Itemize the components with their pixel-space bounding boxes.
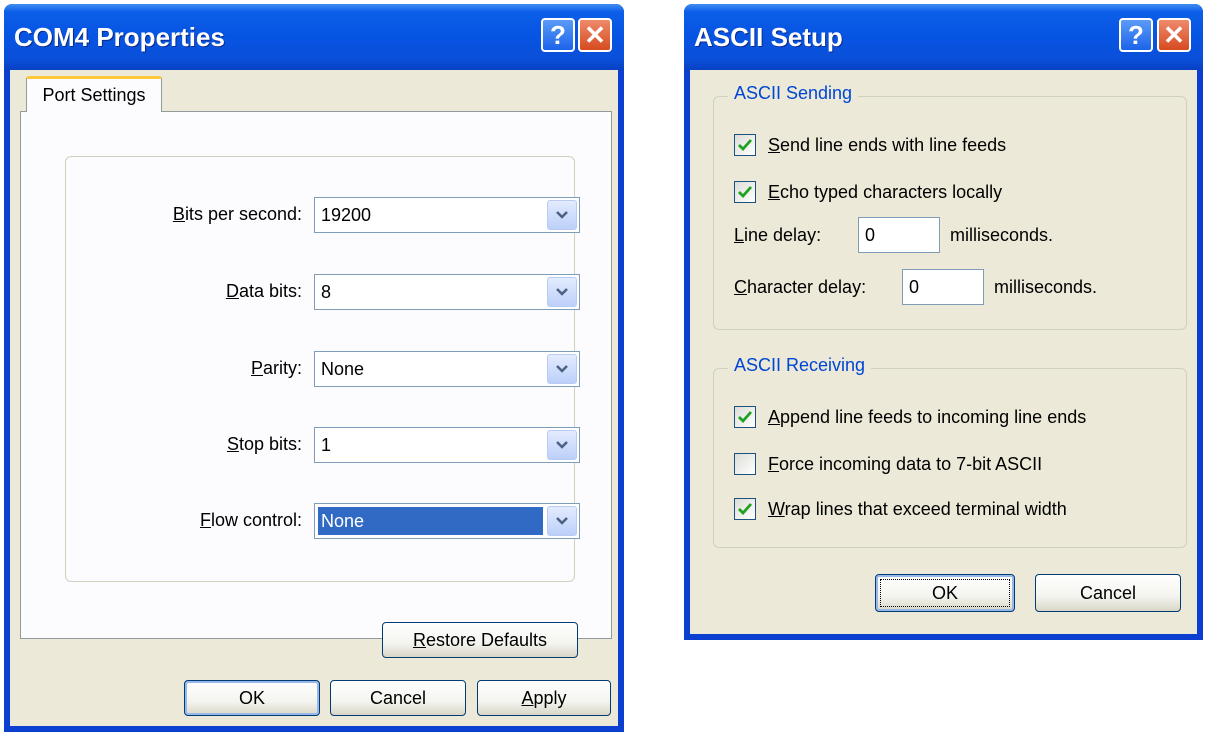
ascii-sending-title: ASCII Sending <box>728 83 859 104</box>
wrap-lines-label: Wrap lines that exceed terminal width <box>768 498 1067 519</box>
bits-per-second-label: Bits per second: <box>172 204 302 224</box>
bits-per-second-row: Bits per second: 19200 <box>66 197 580 233</box>
cancel-label: Cancel <box>1079 582 1137 603</box>
stop-bits-value: 1 <box>321 435 332 455</box>
help-icon: ? <box>550 19 566 50</box>
help-button[interactable]: ? <box>1119 18 1153 52</box>
port-settings-group: Bits per second: 19200 Data bits: 8 Pari… <box>65 156 580 582</box>
data-bits-label: Data bits: <box>225 281 302 301</box>
parity-row: Parity: None <box>66 351 580 387</box>
echo-typed-checkbox-row[interactable]: Echo typed characters locally <box>734 180 1002 204</box>
chevron-down-icon[interactable] <box>547 506 577 536</box>
ok-label: OK <box>238 687 265 708</box>
chevron-down-icon[interactable] <box>547 430 577 460</box>
character-delay-label: Character delay: <box>734 277 867 297</box>
restore-defaults-label: Restore Defaults <box>412 629 548 650</box>
ok-button[interactable]: OK <box>875 574 1015 612</box>
close-button[interactable]: ✕ <box>578 18 612 52</box>
help-icon: ? <box>1128 19 1144 50</box>
ascii-title: ASCII Setup <box>694 22 843 52</box>
help-button[interactable]: ? <box>541 18 575 52</box>
focus-rectangle <box>880 579 1010 607</box>
checkmark-icon <box>738 186 753 199</box>
ascii-setup-dialog: ASCII Setup ? ✕ ASCII Sending Send line … <box>684 4 1203 640</box>
cancel-button[interactable]: Cancel <box>330 680 466 716</box>
character-delay-input[interactable]: 0 <box>902 269 984 305</box>
send-line-ends-checkbox-row[interactable]: Send line ends with line feeds <box>734 133 1006 157</box>
character-delay-row: Character delay: 0 milliseconds. <box>734 269 1174 305</box>
wrap-lines-checkbox[interactable] <box>734 498 756 520</box>
checkmark-icon <box>738 503 753 516</box>
data-bits-row: Data bits: 8 <box>66 274 580 310</box>
restore-defaults-button[interactable]: Restore Defaults <box>382 622 578 658</box>
stop-bits-dropdown[interactable]: 1 <box>314 427 580 463</box>
ascii-sending-group: ASCII Sending Send line ends with line f… <box>713 83 1187 330</box>
checkmark-icon <box>738 411 753 424</box>
send-line-ends-label: Send line ends with line feeds <box>768 134 1007 155</box>
com4-client-area: Port Settings Bits per second: 19200 Dat… <box>10 70 618 726</box>
apply-label: Apply <box>521 687 567 708</box>
ascii-titlebar[interactable]: ASCII Setup ? ✕ <box>684 4 1203 70</box>
flow-control-dropdown[interactable]: None <box>314 503 580 539</box>
force-7bit-checkbox-row[interactable]: Force incoming data to 7-bit ASCII <box>734 452 1042 476</box>
flow-control-label: Flow control: <box>199 510 302 530</box>
parity-label: Parity: <box>250 358 302 378</box>
cancel-label: Cancel <box>369 687 427 708</box>
append-line-feeds-checkbox[interactable] <box>734 406 756 428</box>
checkmark-icon <box>738 139 753 152</box>
ok-button[interactable]: OK <box>184 680 320 716</box>
parity-value: None <box>321 359 365 379</box>
chevron-down-icon[interactable] <box>547 277 577 307</box>
force-7bit-checkbox[interactable] <box>734 453 756 475</box>
line-delay-input[interactable]: 0 <box>858 217 940 253</box>
wrap-lines-checkbox-row[interactable]: Wrap lines that exceed terminal width <box>734 497 1067 521</box>
character-delay-unit: milliseconds. <box>994 277 1098 297</box>
apply-button[interactable]: Apply <box>477 680 611 716</box>
parity-dropdown[interactable]: None <box>314 351 580 387</box>
line-delay-label: Line delay: <box>734 225 822 245</box>
close-button[interactable]: ✕ <box>1157 18 1191 52</box>
ascii-receiving-group: ASCII Receiving Append line feeds to inc… <box>713 355 1187 548</box>
append-line-feeds-checkbox-row[interactable]: Append line feeds to incoming line ends <box>734 405 1086 429</box>
chevron-down-icon[interactable] <box>547 354 577 384</box>
tab-port-settings[interactable]: Port Settings <box>26 76 162 112</box>
ascii-client-area: ASCII Sending Send line ends with line f… <box>690 70 1197 634</box>
stop-bits-label: Stop bits: <box>226 434 302 454</box>
chevron-down-icon[interactable] <box>547 200 577 230</box>
ascii-receiving-title: ASCII Receiving <box>728 355 872 376</box>
send-line-ends-checkbox[interactable] <box>734 134 756 156</box>
line-delay-row: Line delay: 0 milliseconds. <box>734 217 1174 253</box>
data-bits-value: 8 <box>321 282 332 302</box>
close-icon: ✕ <box>1163 19 1185 50</box>
force-7bit-label: Force incoming data to 7-bit ASCII <box>768 453 1043 474</box>
com4-title: COM4 Properties <box>14 22 225 52</box>
flow-control-value: None <box>317 506 544 536</box>
stop-bits-row: Stop bits: 1 <box>66 427 580 463</box>
line-delay-unit: milliseconds. <box>950 225 1054 245</box>
echo-typed-label: Echo typed characters locally <box>768 181 1003 202</box>
cancel-button[interactable]: Cancel <box>1035 574 1181 612</box>
echo-typed-checkbox[interactable] <box>734 181 756 203</box>
bits-per-second-dropdown[interactable]: 19200 <box>314 197 580 233</box>
close-icon: ✕ <box>584 19 606 50</box>
bits-per-second-value: 19200 <box>321 205 372 225</box>
flow-control-row: Flow control: None <box>66 503 580 539</box>
data-bits-dropdown[interactable]: 8 <box>314 274 580 310</box>
com4-titlebar[interactable]: COM4 Properties ? ✕ <box>4 4 624 70</box>
append-line-feeds-label: Append line feeds to incoming line ends <box>768 406 1087 427</box>
com4-properties-dialog: COM4 Properties ? ✕ Port Settings Bits p… <box>4 4 624 732</box>
port-settings-page: Bits per second: 19200 Data bits: 8 Pari… <box>20 111 612 658</box>
